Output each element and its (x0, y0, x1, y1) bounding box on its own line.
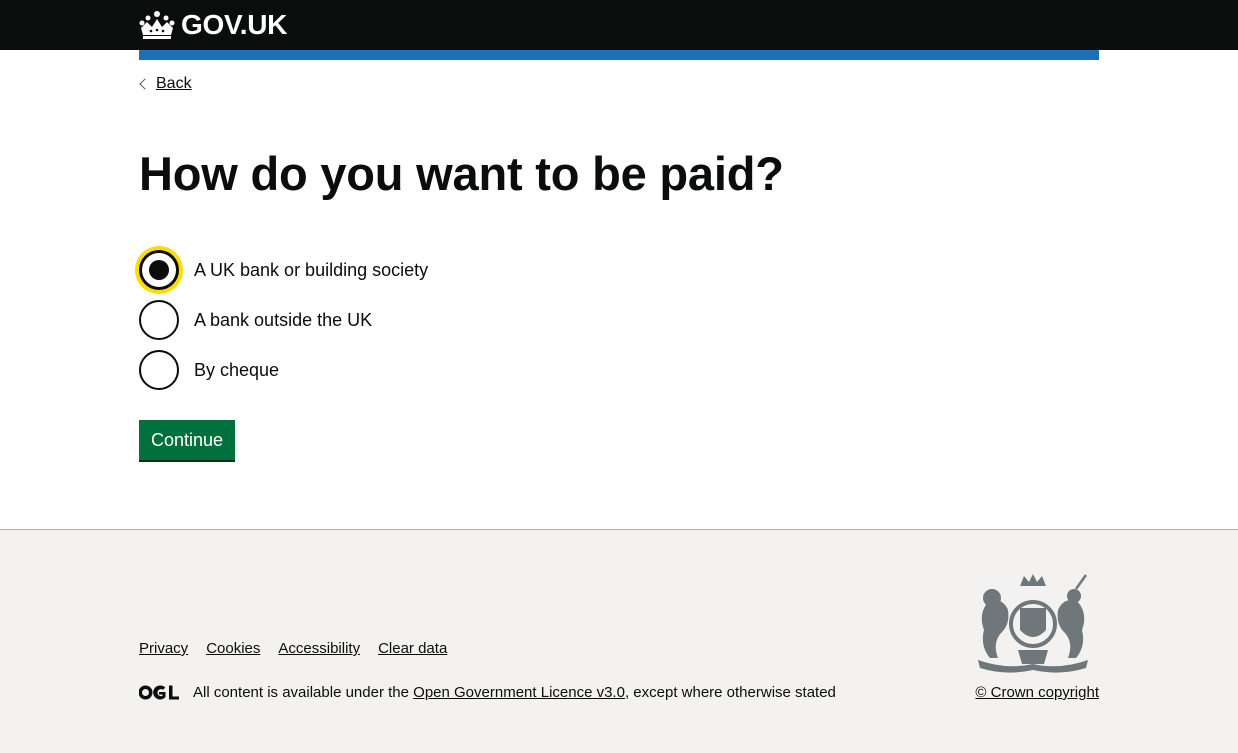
back-link[interactable]: Back (139, 74, 192, 94)
back-link-label: Back (156, 75, 192, 92)
footer-link-privacy[interactable]: Privacy (139, 640, 188, 658)
licence-prefix: All content is available under the (193, 684, 409, 701)
site-footer: Privacy Cookies Accessibility Clear data… (0, 529, 1238, 753)
licence-statement: All content is available under the Open … (139, 684, 836, 701)
radio-button-bank-outside-uk[interactable] (139, 300, 179, 340)
footer-link-accessibility[interactable]: Accessibility (278, 640, 360, 658)
site-header: GOV.UK (0, 0, 1238, 50)
header-blue-bar (139, 50, 1099, 60)
radio-bank-outside-uk[interactable]: A bank outside the UK (139, 300, 428, 340)
radio-button-cheque[interactable] (139, 350, 179, 390)
royal-coat-of-arms-icon (978, 574, 1088, 673)
radio-label[interactable]: By cheque (194, 358, 279, 382)
radio-button-uk-bank[interactable] (139, 250, 179, 290)
ogl-licence-link[interactable]: Open Government Licence v3.0 (413, 684, 625, 701)
continue-button[interactable]: Continue (139, 420, 236, 460)
footer-link-clear-data[interactable]: Clear data (378, 640, 447, 658)
crown-icon (139, 11, 175, 39)
radio-label[interactable]: A bank outside the UK (194, 308, 372, 332)
radio-label[interactable]: A UK bank or building society (194, 258, 428, 282)
radio-uk-bank[interactable]: A UK bank or building society (139, 250, 428, 290)
licence-suffix: , except where otherwise stated (624, 684, 836, 701)
radio-cheque[interactable]: By cheque (139, 350, 428, 390)
crown-copyright-link[interactable]: © Crown copyright (975, 684, 1099, 701)
ogl-logo-icon (139, 685, 179, 700)
page-title: How do you want to be paid? (139, 147, 784, 200)
govuk-logo-link[interactable]: GOV.UK (139, 9, 287, 41)
footer-links: Privacy Cookies Accessibility Clear data (139, 640, 465, 658)
payment-options-radio-group: A UK bank or building society A bank out… (139, 250, 428, 400)
chevron-left-icon (139, 78, 151, 90)
footer-link-cookies[interactable]: Cookies (206, 640, 260, 658)
logo-text: GOV.UK (181, 9, 288, 40)
